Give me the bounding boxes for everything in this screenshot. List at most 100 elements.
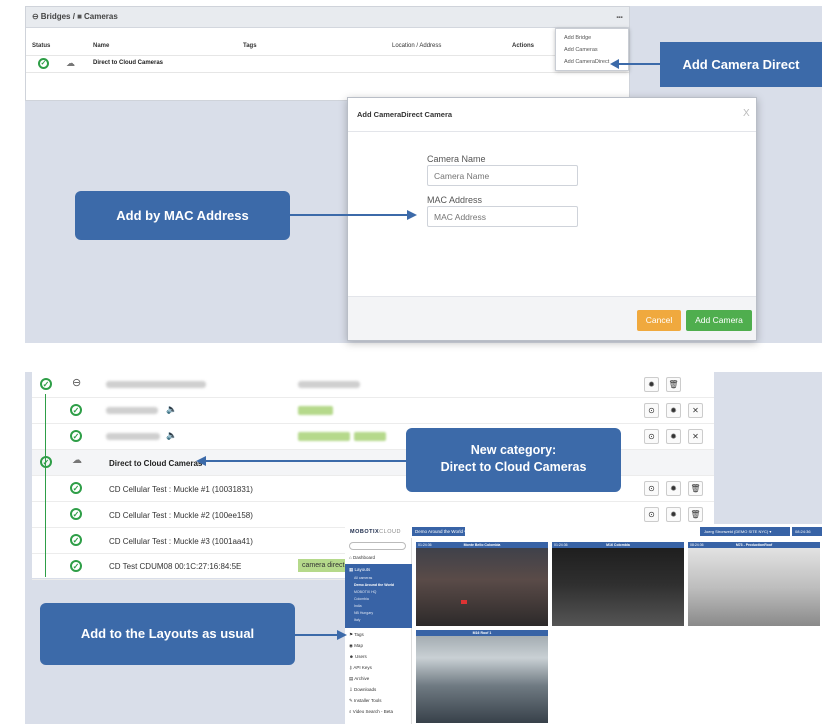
sidebar-item-dashboard[interactable]: ⌂ Dashboard [349,555,375,560]
camera-tile[interactable]: 08:24:36 M73 - ProductionRoof [687,541,821,627]
header-actions: Actions [512,43,535,49]
nav-label: Tags [354,632,364,637]
bridges-cameras-window: ⊖ Bridges / ■ Cameras ... Status Name Tags… [25,6,630,101]
nav-label: Map [354,643,363,648]
status-ok-icon: ✓ [70,482,82,494]
blurred-camera-name [106,407,158,414]
sidebar-item-layouts[interactable]: ▦ Layouts [349,567,370,573]
bridges-titlebar: ⊖ Bridges / ■ Cameras ... [26,7,629,28]
layout-item[interactable]: Demo Around the World [354,583,394,587]
callout-add-to-layouts: Add to the Layouts as usual [40,603,295,665]
audio-icon: 🔈 [166,430,178,440]
sidebar-layouts-section: ▦ Layouts All cameras Demo Around the Wo… [345,564,412,628]
blurred-tag [354,432,386,441]
settings-icon[interactable]: ✹ [644,377,659,392]
callout-add-by-mac: Add by MAC Address [75,191,290,240]
layouts-app-screenshot: MOBOTIXCLOUD Demo Around the World ▾ Joe… [345,524,822,724]
settings-icon[interactable]: ✹ [666,429,681,444]
status-ok-icon: ✓ [40,456,52,468]
layout-selector[interactable]: Demo Around the World ▾ [412,527,466,536]
menu-item-add-cameradirect[interactable]: Add CameraDirect [564,59,609,65]
camera-tile-bar: 01:24:36 M16 Colombia [552,542,684,548]
header-location: Location / Address [392,43,442,49]
cloud-camera-icon: ☁ [66,58,75,68]
settings-icon[interactable]: ✹ [666,481,681,496]
camera-time: 01:24:36 [554,543,568,547]
menu-item-add-cameras[interactable]: Add Cameras [564,47,598,53]
cloud-camera-icon: ☁ [72,455,82,466]
callout-line-1: New category: [470,443,557,457]
camera-title: M16 Colombia [606,543,630,547]
arrow-to-layouts-icon [295,630,347,640]
audio-icon: 🔈 [166,404,178,414]
blurred-tag [298,432,350,441]
breadcrumb-cameras[interactable]: Cameras [84,12,118,21]
sidebar-item-archive[interactable]: ▤ Archive [349,676,369,682]
tree-connector-line [45,394,46,577]
layout-item[interactable]: MOBOTIX HQ [354,590,376,594]
info-icon[interactable]: ⊙ [644,429,659,444]
more-menu-icon[interactable]: ... [616,9,623,21]
sidebar-item-map[interactable]: ◉ Map [349,643,363,649]
trash-icon[interactable]: 🗑 [688,507,703,522]
trash-icon[interactable]: 🗑 [688,481,703,496]
nav-label: Dashboard [352,555,375,560]
camera-tile[interactable]: M16 Roof 1 [415,629,549,724]
breadcrumb: ⊖ Bridges / ■ Cameras [32,12,118,21]
status-ok-icon: ✓ [70,404,82,416]
breadcrumb-bridges[interactable]: Bridges / [41,12,77,21]
callout-new-category: New category: Direct to Cloud Cameras [406,428,621,492]
layout-item[interactable]: NB Hungary [354,611,373,615]
status-ok-icon: ✓ [70,508,82,520]
user-menu[interactable]: Joerg Stronweld (DEMO SITE NYC) ▾ [700,527,790,536]
layout-item[interactable]: Colombia [354,597,369,601]
info-icon[interactable]: ⊙ [644,481,659,496]
modal-title: Add CameraDirect Camera [357,110,453,119]
callout-add-camera-direct: Add Camera Direct [660,42,822,87]
layout-item[interactable]: All cameras [354,576,372,580]
camera-name-input[interactable] [427,165,578,186]
clock: 08:24:36 [792,527,822,536]
table-row[interactable]: ✓ ☁ Direct to Cloud Cameras [26,55,629,73]
category-name: Direct to Cloud Cameras [109,459,203,468]
nav-label: Users [355,654,367,659]
settings-icon[interactable]: ✹ [666,507,681,522]
camera-tile[interactable]: 01:24:36 M16 Colombia [551,541,685,627]
sidebar-item-users[interactable]: ☻ Users [349,654,367,659]
sidebar-item-video-search[interactable]: ⌕ Video Search - Beta [349,709,393,714]
cancel-button[interactable]: Cancel [637,310,681,331]
sidebar-item-api-keys[interactable]: ⚷ API Keys [349,665,372,671]
camera-title: Monte Bello Colombia [463,543,501,547]
nav-label: Downloads [354,687,377,692]
search-input[interactable] [349,542,406,550]
info-icon[interactable]: ⊙ [644,403,659,418]
sidebar-item-installer-tools[interactable]: ✎ Installer Tools [349,698,381,704]
table-row[interactable]: ✓ ⊖ ✹ 🗑 [32,372,714,398]
camera-name: CD Test CDUM08 00:1C:27:16:84:5E [109,562,242,571]
layout-item[interactable]: India [354,604,362,608]
layout-item[interactable]: Italy [354,618,360,622]
no-video-icon[interactable]: ✕ [688,429,703,444]
table-row[interactable]: ✓ 🔈 ⊙ ✹ ✕ [32,398,714,424]
sidebar-item-tags[interactable]: ⚑ Tags [349,632,364,638]
info-icon[interactable]: ⊙ [644,507,659,522]
menu-item-add-bridge[interactable]: Add Bridge [564,35,591,41]
mac-address-label: MAC Address [427,195,483,205]
red-light-icon [461,600,467,604]
sidebar-item-downloads[interactable]: ⇩ Downloads [349,687,376,693]
callout-line-2: Direct to Cloud Cameras [440,460,587,474]
camera-tile[interactable]: 01:24:36 Monte Bello Colombia [415,541,549,627]
camera-name: CD Cellular Test : Muckle #3 (1001aa41) [109,537,253,546]
mac-address-input[interactable] [427,206,578,227]
blurred-camera-name [106,433,160,440]
camera-tile-bar: 01:24:36 Monte Bello Colombia [416,542,548,548]
add-camera-button[interactable]: Add Camera [686,310,752,331]
camera-tile-bar: 08:24:36 M73 - ProductionRoof [688,542,820,548]
settings-icon[interactable]: ✹ [666,403,681,418]
nav-label: Archive [354,676,370,681]
trash-icon[interactable]: 🗑 [666,377,681,392]
close-icon[interactable]: X [743,108,750,119]
no-video-icon[interactable]: ✕ [688,403,703,418]
blurred-address [298,381,360,388]
header-name: Name [93,43,110,49]
